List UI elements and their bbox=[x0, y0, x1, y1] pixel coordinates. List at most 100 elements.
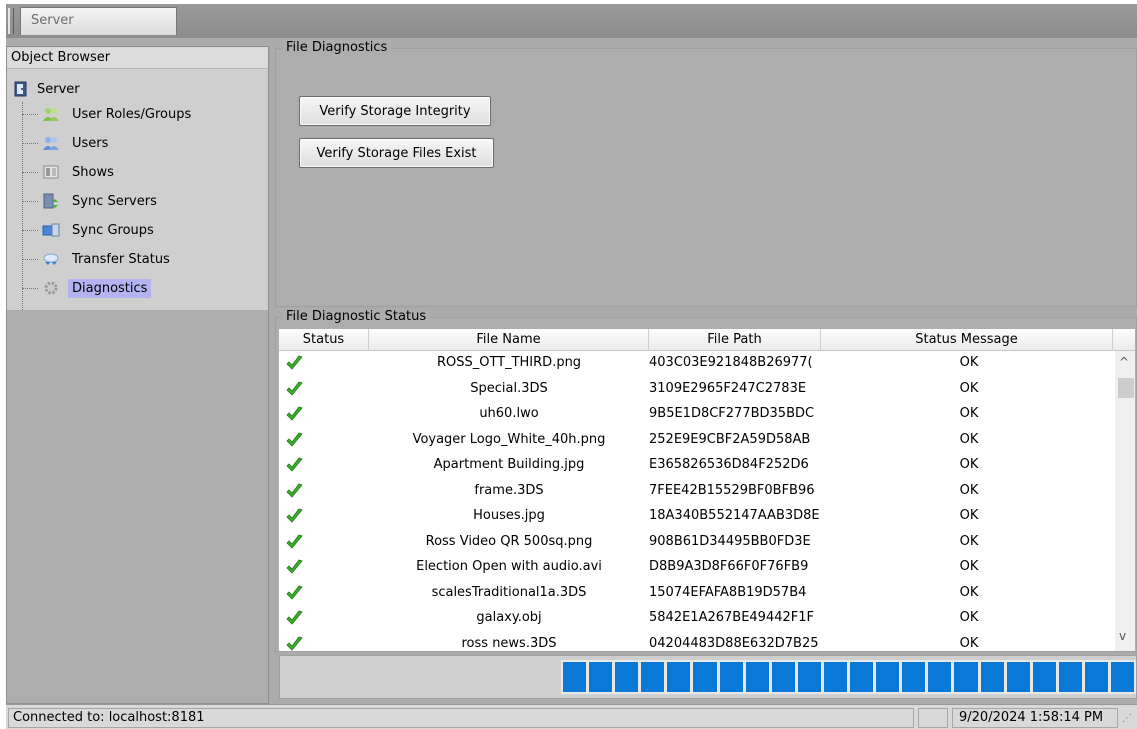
tree-item-label: Diagnostics bbox=[68, 278, 152, 298]
progress-block bbox=[954, 662, 978, 692]
tab-server-label: Server bbox=[31, 13, 74, 28]
table-row[interactable]: Special.3DS 3109E2965F247C2783E OK bbox=[279, 379, 1112, 399]
table-vertical-scrollbar[interactable]: ^ v bbox=[1115, 351, 1135, 651]
tree-item-label: Sync Groups bbox=[72, 222, 154, 238]
table-row[interactable]: Apartment Building.jpg E365826536D84F252D… bbox=[279, 455, 1112, 475]
file-path-cell: )403C03E921848B26977 bbox=[649, 355, 813, 370]
table-row[interactable]: Ross Video QR 500sq.png 908B61D34495BB0FD… bbox=[279, 532, 1112, 552]
tree-item-users[interactable]: Users bbox=[22, 132, 112, 154]
app-window: Server Object Browser Server User Roles/… bbox=[6, 4, 1137, 729]
table-header: Status File Name File Path Status Messag… bbox=[279, 329, 1135, 351]
file-path-cell: 04204483D88E632D7B25 bbox=[649, 635, 819, 651]
progress-block bbox=[823, 662, 848, 692]
progress-block bbox=[1084, 662, 1108, 692]
file-path-cell: 18A340B552147AAB3D8E bbox=[649, 508, 820, 523]
tab-bar-grip[interactable] bbox=[8, 8, 14, 34]
check-icon bbox=[285, 508, 315, 526]
file-name-cell: uh60.lwo bbox=[479, 406, 539, 421]
column-header-status-message[interactable]: Status Message bbox=[821, 329, 1113, 351]
tree-item-user-roles-groups[interactable]: User Roles/Groups bbox=[22, 103, 195, 125]
object-browser-panel: Object Browser Server User Roles/Groups bbox=[6, 46, 269, 704]
status-message-cell: OK bbox=[959, 584, 979, 600]
table-row[interactable]: ross news.3DS 04204483D88E632D7B25 OK bbox=[279, 634, 1112, 652]
file-path-cell: 3109E2965F247C2783E bbox=[649, 380, 807, 396]
shows-icon bbox=[42, 164, 60, 180]
verify-storage-integrity-button[interactable]: Verify Storage Integrity bbox=[299, 96, 491, 126]
table-row[interactable]: ROSS_OTT_THIRD.png )403C03E921848B26977 OK bbox=[279, 353, 1112, 373]
tree-root-label: Server bbox=[37, 81, 80, 97]
progress-block bbox=[771, 662, 795, 692]
progress-bar bbox=[561, 660, 1136, 694]
file-name-cell: Election Open with audio.avi bbox=[416, 559, 602, 574]
tree-item-transfer-status[interactable]: Transfer Status bbox=[22, 248, 174, 270]
file-name-cell: Apartment Building.jpg bbox=[433, 457, 585, 472]
table-row[interactable]: scalesTraditional1a.3DS 15074EFAFA8B19D57… bbox=[279, 583, 1112, 603]
gear-icon bbox=[42, 280, 60, 296]
status-message-cell: OK bbox=[959, 380, 979, 396]
tree-item-label: User Roles/Groups bbox=[72, 106, 192, 122]
file-diagnostics-group: File Diagnostics Verify Storage Integrit… bbox=[275, 40, 1137, 307]
connection-status: Connected to: localhost:8181 bbox=[8, 708, 914, 728]
status-message-cell: OK bbox=[959, 431, 979, 447]
object-tree: Server User Roles/Groups Users Shows Syn… bbox=[7, 70, 268, 322]
file-path-cell: E365826536D84F252D6 bbox=[649, 457, 809, 472]
progress-block bbox=[850, 662, 874, 692]
file-diagnostic-status-title: File Diagnostic Status bbox=[282, 309, 431, 324]
file-diagnostics-title: File Diagnostics bbox=[282, 40, 392, 55]
verify-storage-files-exist-button[interactable]: Verify Storage Files Exist bbox=[299, 138, 494, 168]
progress-block bbox=[719, 662, 743, 692]
progress-block bbox=[980, 662, 1004, 692]
check-icon bbox=[285, 381, 315, 399]
progress-block bbox=[902, 662, 926, 692]
tree-item-sync-servers[interactable]: Sync Servers bbox=[22, 190, 161, 212]
column-header-file-path[interactable]: File Path bbox=[649, 329, 821, 351]
status-message-cell: OK bbox=[959, 610, 979, 625]
scroll-up-icon[interactable]: ^ bbox=[1119, 355, 1129, 369]
file-path-cell: 5842E1A267BE49442F1F bbox=[649, 610, 814, 625]
status-bar: Connected to: localhost:8181 9/20/2024 1… bbox=[6, 704, 1137, 729]
table-row[interactable]: galaxy.obj 5842E1A267BE49442F1F OK bbox=[279, 608, 1112, 628]
status-message-cell: OK bbox=[959, 406, 979, 421]
file-name-cell: Ross Video QR 500sq.png bbox=[425, 533, 593, 549]
tree-item-label: Sync Servers bbox=[72, 193, 157, 209]
check-icon bbox=[285, 406, 315, 424]
file-path-cell: 908B61D34495BB0FD3E bbox=[649, 533, 811, 549]
file-name-cell: scalesTraditional1a.3DS bbox=[431, 584, 587, 600]
column-header-file-name[interactable]: File Name bbox=[369, 329, 649, 351]
object-browser-empty-area bbox=[7, 310, 268, 703]
progress-block bbox=[745, 662, 769, 692]
tree-root-server[interactable]: Server bbox=[13, 80, 80, 98]
status-message-cell: OK bbox=[959, 508, 979, 523]
table-row[interactable]: Voyager Logo_White_40h.png 252E9E9CBF2A59… bbox=[279, 430, 1112, 450]
progress-block bbox=[667, 662, 691, 692]
status-bar-empty-panel bbox=[918, 708, 948, 728]
users-icon bbox=[42, 135, 60, 151]
table-row[interactable]: frame.3DS 7FEE42B15529BF0BFB96 OK bbox=[279, 481, 1112, 501]
table-row[interactable]: uh60.lwo 9B5E1D8CF277BD35BDC OK bbox=[279, 404, 1112, 424]
transfer-status-icon bbox=[42, 251, 60, 267]
progress-block bbox=[1006, 662, 1030, 692]
column-header-status[interactable]: Status bbox=[279, 329, 369, 351]
progress-block bbox=[615, 662, 639, 692]
status-message-cell: OK bbox=[959, 355, 979, 370]
scroll-down-icon[interactable]: v bbox=[1119, 629, 1126, 643]
progress-block bbox=[1032, 662, 1056, 692]
tree-item-diagnostics[interactable]: Diagnostics bbox=[22, 277, 152, 299]
scroll-thumb[interactable] bbox=[1118, 378, 1134, 398]
check-icon bbox=[285, 559, 315, 577]
table-row[interactable]: Houses.jpg 18A340B552147AAB3D8E OK bbox=[279, 506, 1112, 526]
tree-item-shows[interactable]: Shows bbox=[22, 161, 118, 183]
progress-block bbox=[693, 662, 717, 692]
tab-server[interactable]: Server bbox=[20, 7, 177, 35]
tree-item-label: Shows bbox=[72, 164, 114, 180]
tree-item-sync-groups[interactable]: Sync Groups bbox=[22, 219, 158, 241]
check-icon bbox=[285, 483, 315, 501]
file-name-cell: frame.3DS bbox=[474, 482, 544, 498]
table-row[interactable]: Election Open with audio.avi D8B9A3D8F66F… bbox=[279, 557, 1112, 577]
status-message-cell: OK bbox=[959, 482, 979, 498]
status-datetime: 9/20/2024 1:58:14 PM bbox=[952, 708, 1118, 728]
file-name-cell: ROSS_OTT_THIRD.png bbox=[436, 355, 582, 370]
file-path-cell: 7FEE42B15529BF0BFB96 bbox=[649, 482, 815, 498]
resize-grip-icon[interactable]: ⋰ bbox=[1122, 713, 1132, 724]
file-path-cell: 9B5E1D8CF277BD35BDC bbox=[649, 406, 815, 421]
